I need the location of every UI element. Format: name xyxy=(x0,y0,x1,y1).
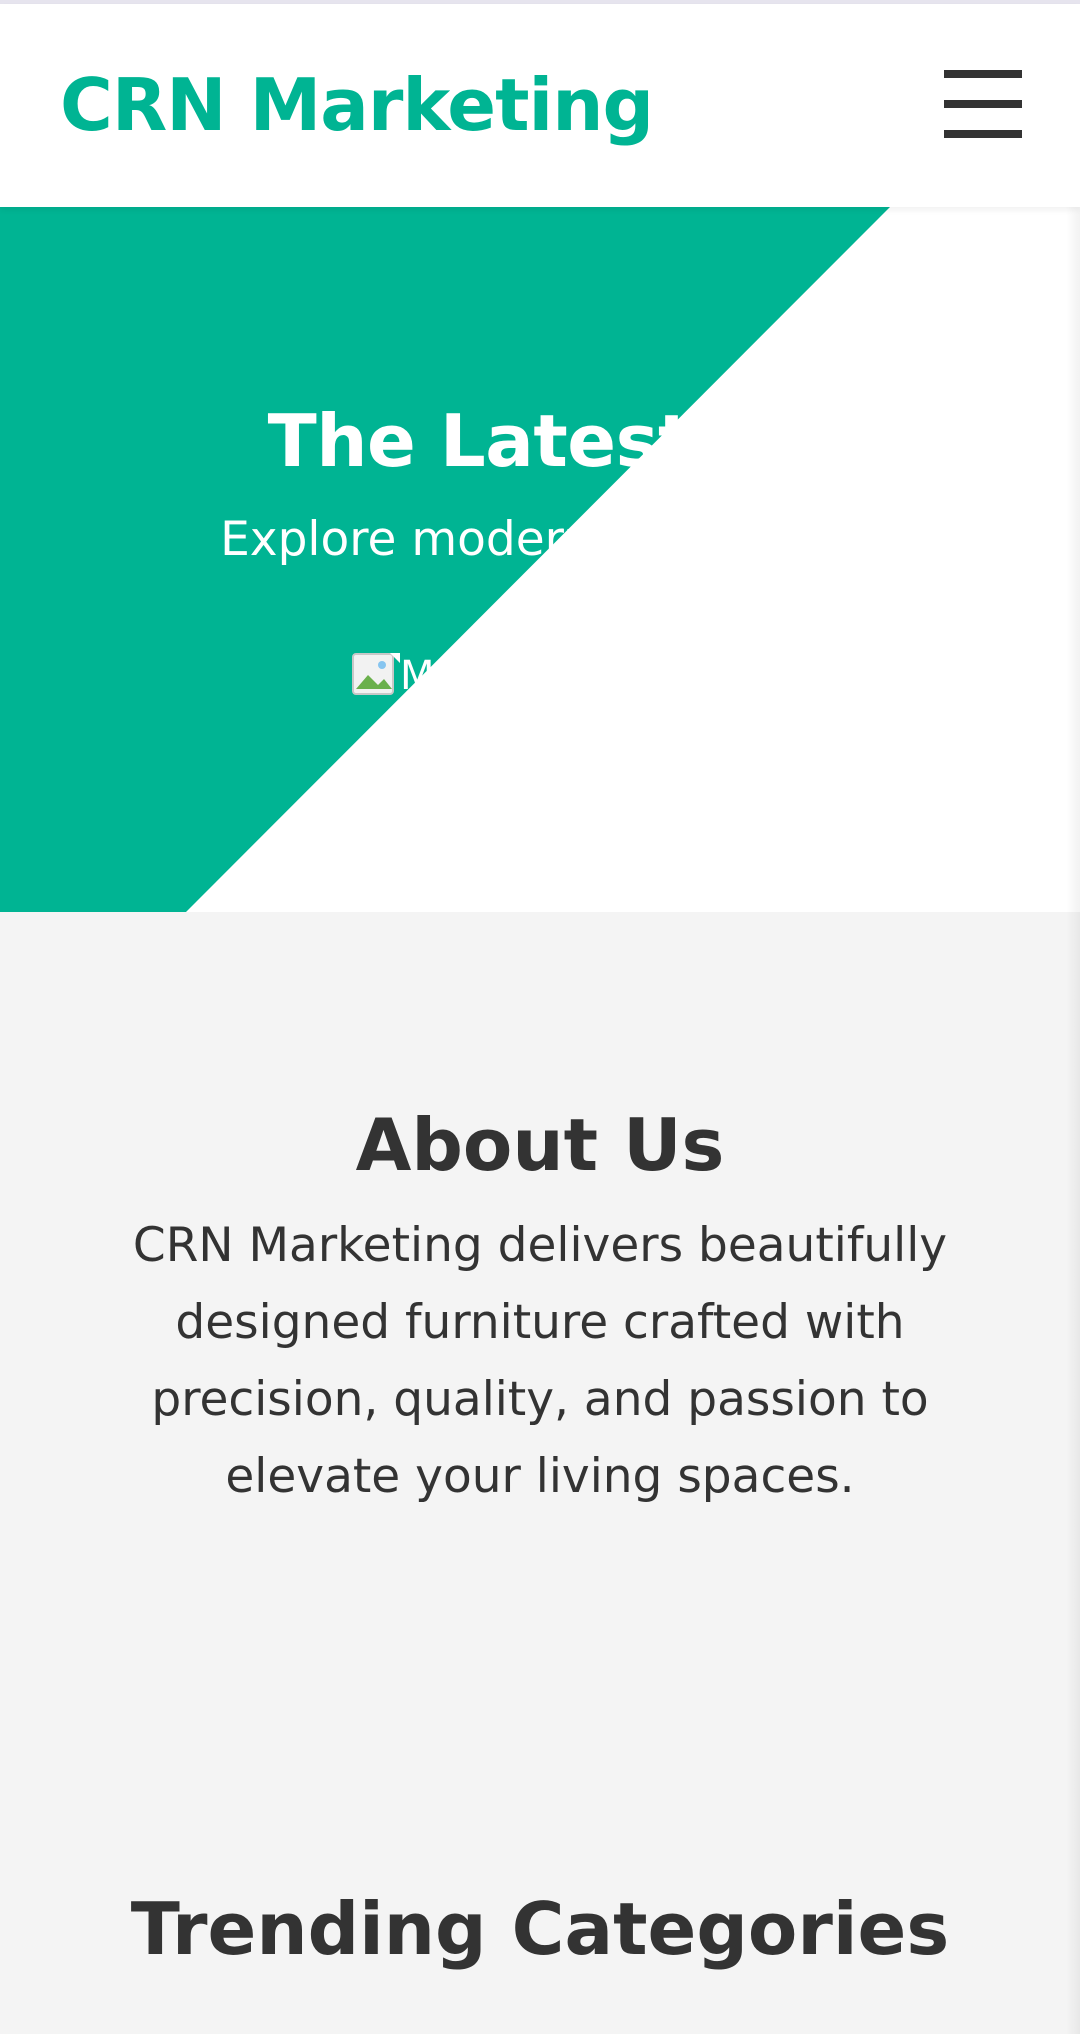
scroll-shadow xyxy=(1066,207,1080,2034)
hero-diagonal-overlay xyxy=(186,207,1080,912)
hamburger-menu-icon[interactable] xyxy=(944,64,1022,144)
hero-section: The Latest Fu Explore modern and match M xyxy=(0,207,1080,912)
page: CRN Marketing The Latest Fu Explore mode… xyxy=(0,0,1080,2034)
about-heading: About Us xyxy=(355,1103,725,1187)
menu-bar xyxy=(944,130,1022,138)
about-text: CRN Marketing delivers beautifully desig… xyxy=(132,1218,948,1504)
menu-bar xyxy=(944,70,1022,78)
brand-logo[interactable]: CRN Marketing xyxy=(60,60,654,150)
site-header: CRN Marketing xyxy=(0,4,1080,207)
trending-heading: Trending Categories xyxy=(130,1887,950,1971)
menu-bar xyxy=(944,100,1022,108)
